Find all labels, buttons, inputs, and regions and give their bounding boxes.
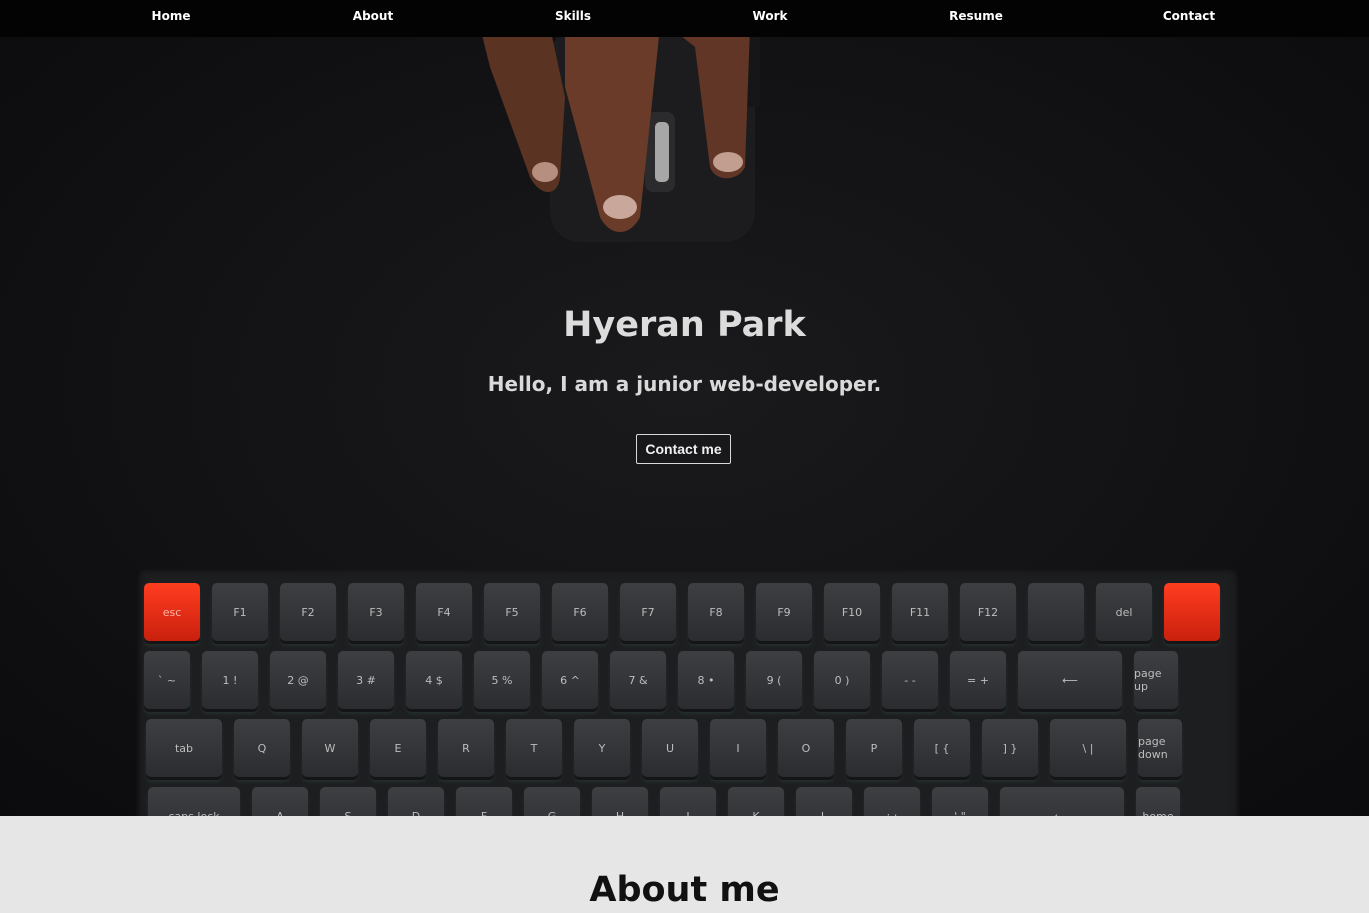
keyboard-key: E [370, 719, 426, 777]
contact-me-button[interactable]: Contact me [636, 434, 731, 464]
about-section: About me [0, 816, 1369, 913]
keyboard-key: I [710, 719, 766, 777]
keyboard-key: 7 & [610, 651, 666, 709]
keyboard-key: F4 [416, 583, 472, 641]
hero-section: Hyeran Park Hello, I am a junior web-dev… [0, 37, 1369, 816]
keyboard-key: tab [146, 719, 222, 777]
keyboard-key: F12 [960, 583, 1016, 641]
keyboard-key: 6 ^ [542, 651, 598, 709]
keyboard-key: O [778, 719, 834, 777]
keyboard-key: 1 ! [202, 651, 258, 709]
keyboard-key: 2 @ [270, 651, 326, 709]
keyboard-key: ` ~ [144, 651, 190, 709]
keyboard-key: G [524, 787, 580, 816]
keyboard-key: 5 % [474, 651, 530, 709]
keyboard-key: F8 [688, 583, 744, 641]
keyboard-key: F9 [756, 583, 812, 641]
keyboard-key: U [642, 719, 698, 777]
hand-mouse-image [482, 37, 760, 242]
keyboard-key: L [796, 787, 852, 816]
keyboard-key [1164, 583, 1220, 641]
keyboard-key: 3 # [338, 651, 394, 709]
keyboard-key: Q [234, 719, 290, 777]
keyboard-key: ' " [932, 787, 988, 816]
keyboard-key: 4 $ [406, 651, 462, 709]
keyboard-key: F [456, 787, 512, 816]
top-nav: Home About Skills Work Resume Contact [0, 0, 1369, 37]
keyboard-key: F5 [484, 583, 540, 641]
nav-home[interactable]: Home [152, 9, 191, 23]
keyboard-key: H [592, 787, 648, 816]
keyboard-key: \ | [1050, 719, 1126, 777]
nav-contact[interactable]: Contact [1163, 9, 1215, 23]
keyboard-key: ] } [982, 719, 1038, 777]
keyboard-key: F6 [552, 583, 608, 641]
keyboard-key: 0 ) [814, 651, 870, 709]
keyboard-key: R [438, 719, 494, 777]
keyboard-key: W [302, 719, 358, 777]
keyboard-key: ⟵ [1018, 651, 1122, 709]
keyboard-key: F3 [348, 583, 404, 641]
keyboard-key: F1 [212, 583, 268, 641]
keyboard-key: caps lock [148, 787, 240, 816]
keyboard-key: ⟵ [1000, 787, 1124, 816]
keyboard-key: 9 ( [746, 651, 802, 709]
keyboard-key: [ { [914, 719, 970, 777]
nav-resume[interactable]: Resume [949, 9, 1003, 23]
keyboard-key: Y [574, 719, 630, 777]
keyboard-key: 8 • [678, 651, 734, 709]
keyboard-key: J [660, 787, 716, 816]
nav-skills[interactable]: Skills [555, 9, 591, 23]
nav-work[interactable]: Work [753, 9, 788, 23]
keyboard-key: P [846, 719, 902, 777]
keyboard-key: D [388, 787, 444, 816]
keyboard-key: page up [1134, 651, 1178, 709]
hero-subtitle: Hello, I am a junior web-developer. [487, 372, 882, 396]
keyboard-key: ; : [864, 787, 920, 816]
keyboard-key: F11 [892, 583, 948, 641]
keyboard-image: esc F1 F2 F3 F4 F5 F6 F7 F8 F9 F10 F11 F12 del ` ~ 1 ! 2… [136, 569, 1240, 816]
about-title: About me [589, 870, 780, 910]
keyboard-key: T [506, 719, 562, 777]
keyboard-key: del [1096, 583, 1152, 641]
keyboard-key: K [728, 787, 784, 816]
keyboard-key: F2 [280, 583, 336, 641]
keyboard-key: F10 [824, 583, 880, 641]
keyboard-key: esc [144, 583, 200, 641]
keyboard-key: = + [950, 651, 1006, 709]
keyboard-key [1028, 583, 1084, 641]
keyboard-key: F7 [620, 583, 676, 641]
hero-title: Hyeran Park [563, 305, 806, 345]
keyboard-key: home [1136, 787, 1180, 816]
nav-about[interactable]: About [353, 9, 393, 23]
keyboard-key: page down [1138, 719, 1182, 777]
keyboard-key: - - [882, 651, 938, 709]
keyboard-key: S [320, 787, 376, 816]
keyboard-key: A [252, 787, 308, 816]
